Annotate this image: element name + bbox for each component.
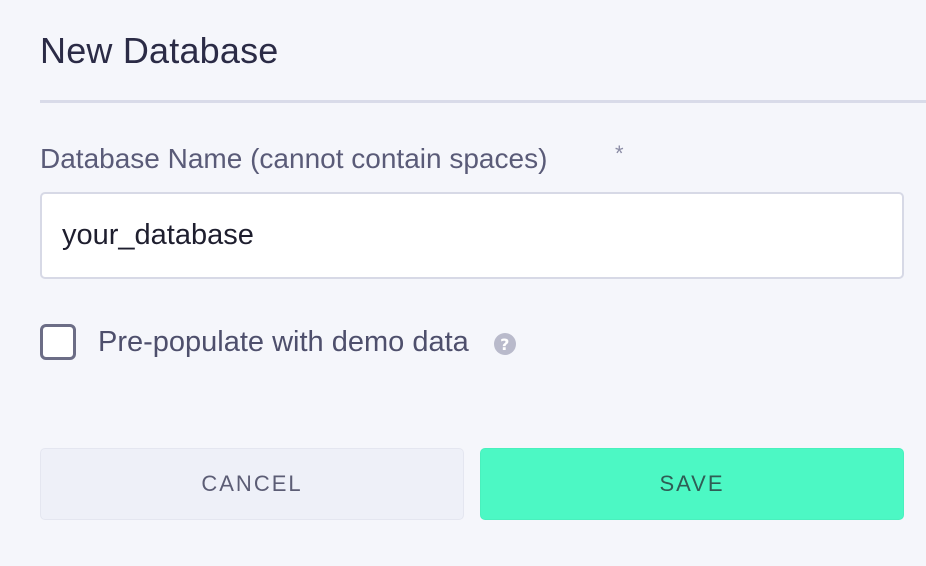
- cancel-button[interactable]: CANCEL: [40, 448, 464, 520]
- demo-data-option[interactable]: Pre-populate with demo data ?: [40, 321, 516, 363]
- new-database-dialog: New Database Database Name (cannot conta…: [0, 0, 926, 566]
- dialog-title: New Database: [40, 30, 279, 71]
- required-marker: *: [615, 141, 624, 166]
- demo-data-label[interactable]: Pre-populate with demo data: [98, 326, 469, 359]
- demo-data-checkbox[interactable]: [40, 324, 76, 360]
- help-icon[interactable]: ?: [493, 333, 516, 355]
- database-name-input[interactable]: [40, 192, 904, 279]
- database-name-label: Database Name (cannot contain spaces): [40, 143, 548, 174]
- save-button[interactable]: SAVE: [480, 448, 904, 520]
- title-divider: [40, 100, 926, 103]
